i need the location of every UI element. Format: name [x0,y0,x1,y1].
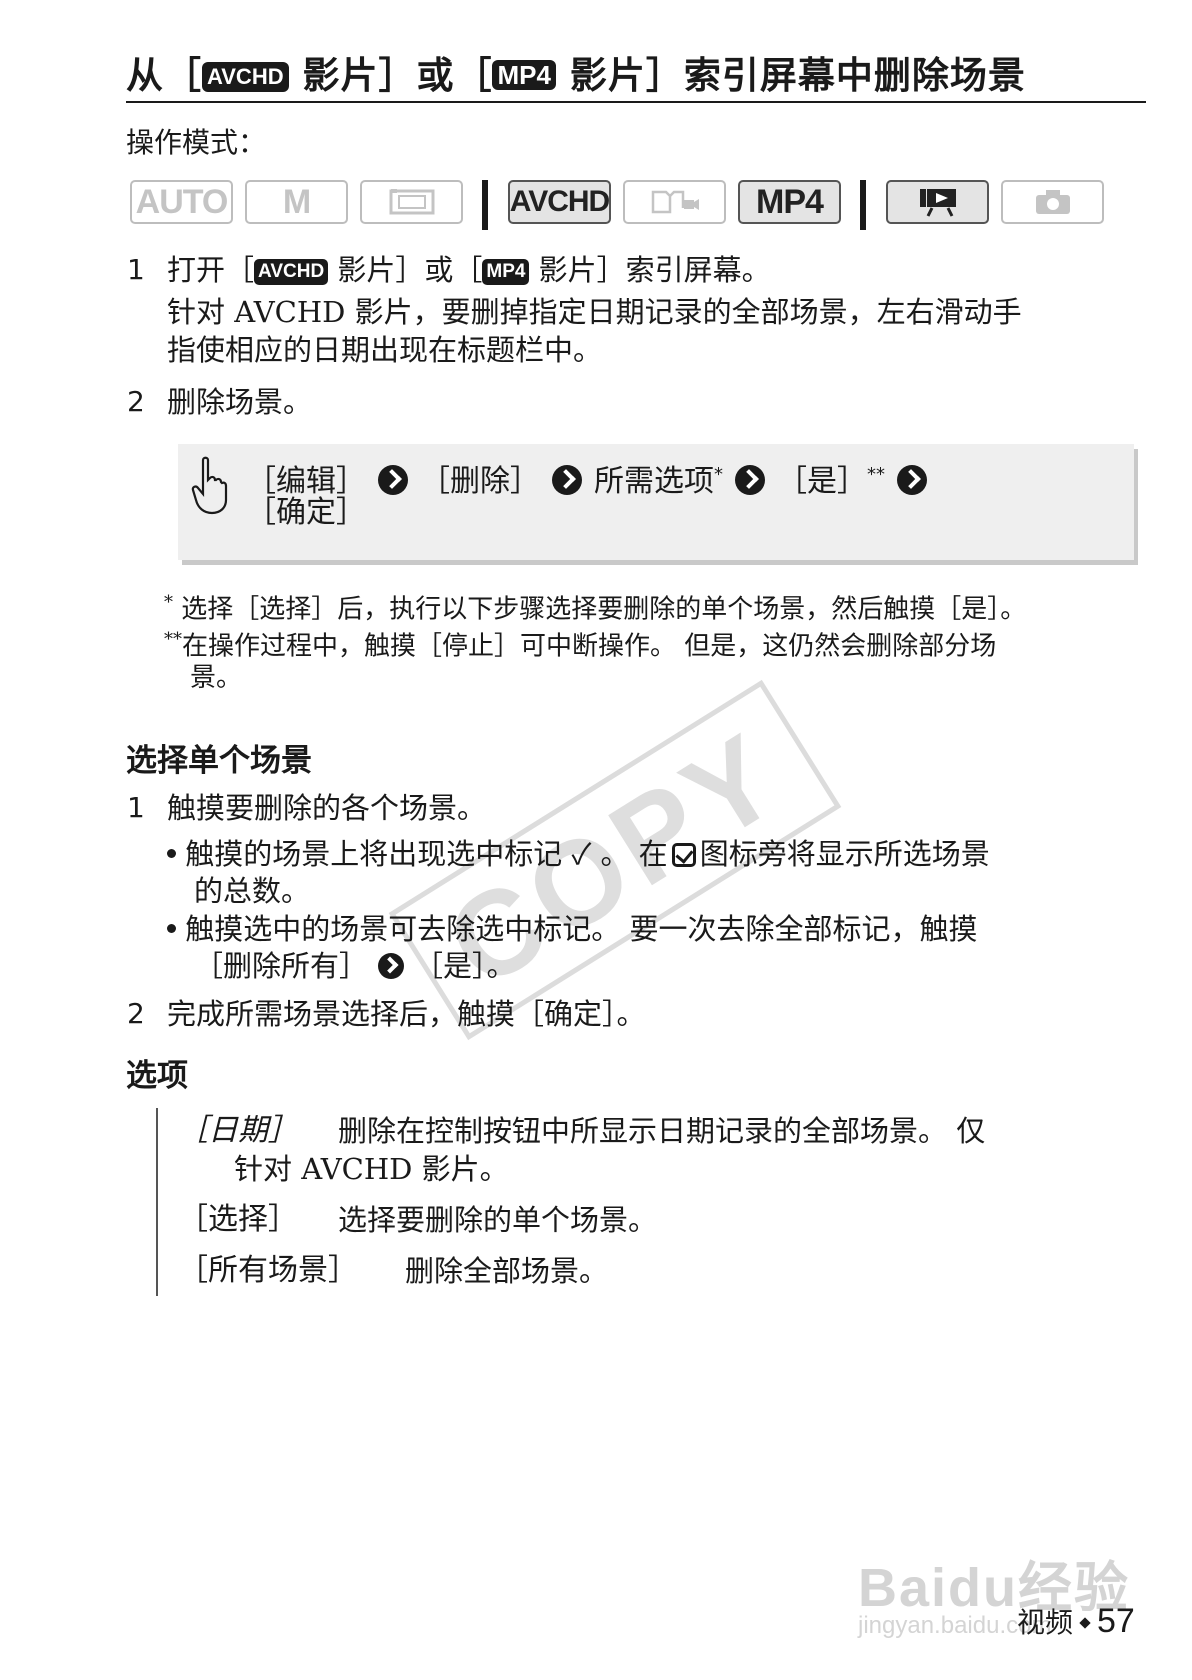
bullet-2-line1: 触摸选中的场景可去除选中标记。 要一次去除全部标记，触摸 [167,911,977,948]
avchd-badge: AVCHD [202,62,289,92]
operation-mode-label: 操作模式： [126,126,267,159]
next-arrow-icon [552,465,582,495]
mode-auto: AUTO [130,180,233,224]
bullet-1-line1: 触摸的场景上将出现选中标记 ✓ 。 在图标旁将显示所选场景 [167,836,990,873]
mode-photo [1001,180,1104,224]
mode-separator-2 [860,180,866,230]
camera-icon [1035,190,1070,214]
mp4-badge: MP4 [492,60,556,90]
bullet-icon [167,924,176,933]
touch-hand-icon [191,456,228,515]
avchd-badge: AVCHD [254,259,329,285]
page-footer: 视频 57 [1017,1603,1135,1641]
menu-delete: ［删除］ [420,464,540,499]
next-arrow-icon [378,953,405,979]
photo-movie-icon [651,190,699,214]
diamond-icon [1079,1617,1091,1629]
select-step-2-number: 2 [127,997,145,1030]
title-part2: 影片］或［ [288,54,493,97]
page-title: 从［ AVCHD 影片］或［ MP4 影片］索引屏幕中删除场景 [126,52,1026,100]
menu-ok: ［确定］ [246,495,366,530]
options-left-rule [156,1108,158,1296]
bullet-1-line2: 的总数。 [194,874,311,908]
option-all-desc: 删除全部场景。 [405,1254,609,1288]
option-date-desc-line1: 删除在控制按钮中所显示日期记录的全部场景。 仅 [338,1114,986,1148]
next-arrow-icon [378,465,408,495]
option-date-key: ［日期］ [178,1113,298,1148]
footnote-2-line2: 景。 [190,663,243,693]
title-part1: 从［ [126,54,202,97]
mode-manual: M [245,180,348,224]
footnote-2-line1: **在操作过程中，触摸［停止］可中断操作。 但是，这仍然会删除部分场 [164,629,997,662]
option-date-desc-line2: 针对 AVCHD 影片。 [234,1152,509,1186]
next-arrow-icon [735,465,765,495]
footer-section: 视频 [1017,1606,1074,1639]
select-step-1-number: 1 [127,791,145,824]
mode-playback [886,180,989,224]
mode-separator [482,180,488,230]
option-select-key: ［选择］ [178,1202,298,1237]
playback-icon [919,189,956,217]
select-step-2-text: 完成所需场景选择后，触摸［确定］。 [167,997,646,1031]
bullet-2-line2: ［删除所有］ ［是］。 [194,949,516,983]
checkbox-icon [671,843,696,867]
step-2-text: 删除场景。 [167,385,313,419]
film-icon [389,189,434,215]
title-part3: 影片］索引屏幕中删除场景 [555,54,1026,97]
mp4-badge: MP4 [482,259,530,285]
mode-avchd: AVCHD [508,180,611,224]
mode-mp4: MP4 [738,180,841,224]
step-2-number: 2 [127,385,145,418]
step-1-desc-line2: 指使相应的日期出现在标题栏中。 [167,333,603,367]
next-arrow-icon [897,465,927,495]
title-underline [126,101,1146,103]
section-heading-select: 选择单个场景 [126,743,312,779]
option-all-key: ［所有场景］ [178,1253,358,1288]
page-number: 57 [1097,1602,1135,1640]
mode-photo-movie [623,180,726,224]
option-select-desc: 选择要删除的单个场景。 [338,1203,658,1237]
step-1-desc-line1: 针对 AVCHD 影片，要删掉指定日期记录的全部场景，左右滑动手 [167,295,1022,329]
step-1-text: 打开［ AVCHD 影片］或［ MP4 影片］索引屏幕。 [167,253,771,287]
menu-option: 所需选项 [594,464,714,499]
section-heading-options: 选项 [126,1058,188,1094]
mode-cinema [360,180,463,224]
menu-yes: ［是］ [777,464,867,499]
step-1-number: 1 [127,253,145,286]
bullet-icon [167,849,176,858]
select-step-1-text: 触摸要删除的各个场景。 [167,791,487,825]
